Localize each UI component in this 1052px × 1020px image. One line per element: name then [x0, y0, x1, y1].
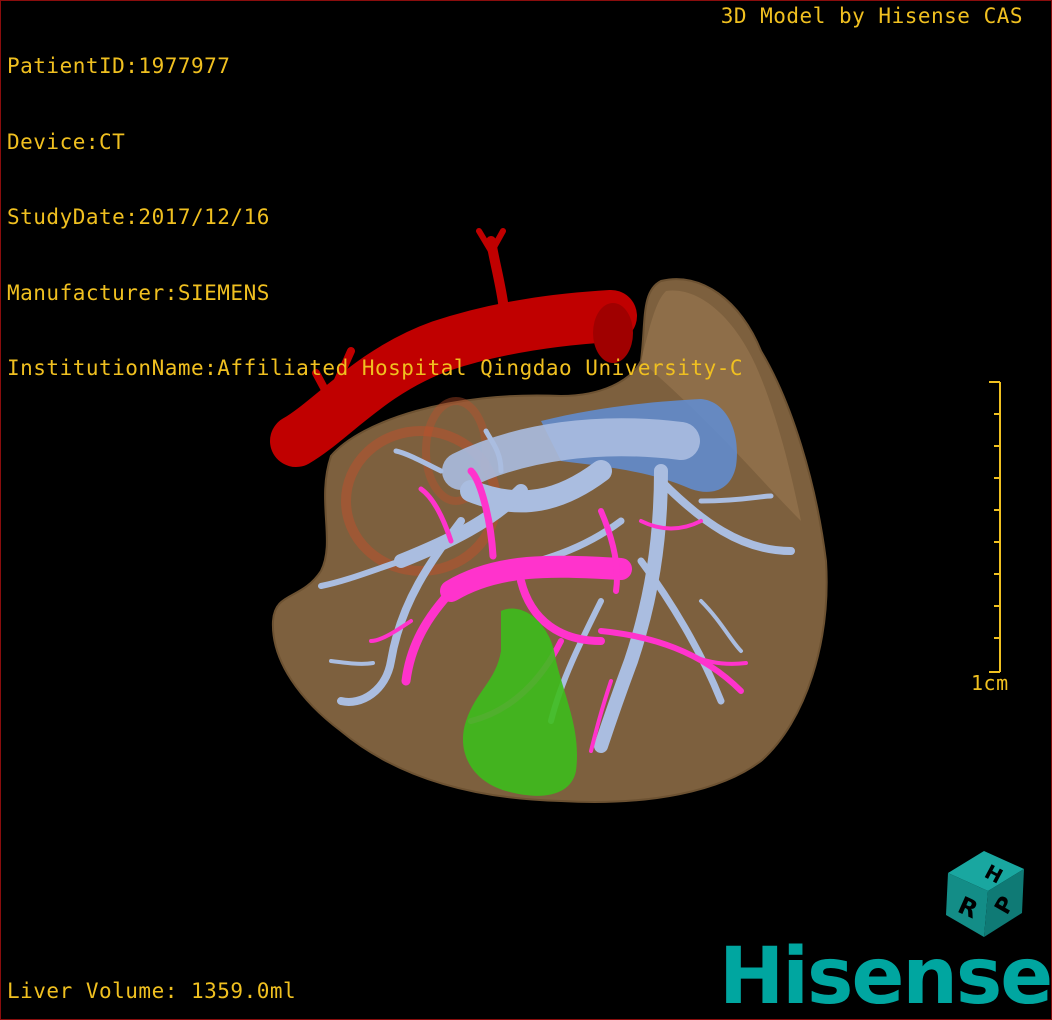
- scale-label: 1cm: [971, 671, 1009, 695]
- patient-info-overlay: PatientID:1977977 Device:CT StudyDate:20…: [7, 4, 743, 432]
- institution-name: InstitutionName:Affiliated Hospital Qing…: [7, 356, 744, 380]
- study-date: StudyDate:2017/12/16: [7, 205, 270, 229]
- scale-bar: [989, 381, 1001, 673]
- patient-id: PatientID:1977977: [7, 54, 231, 78]
- model-credit: 3D Model by Hisense CAS: [720, 4, 1023, 28]
- liver-volume-readout: Liver Volume: 1359.0ml: [7, 979, 297, 1003]
- 3d-viewport[interactable]: PatientID:1977977 Device:CT StudyDate:20…: [0, 0, 1052, 1020]
- manufacturer: Manufacturer:SIEMENS: [7, 280, 270, 305]
- hisense-logo-text: Hisense: [719, 932, 1052, 1020]
- hisense-logo: Hisense: [719, 933, 1051, 1019]
- orientation-cube[interactable]: H R P: [936, 843, 1036, 943]
- device: Device:CT: [7, 129, 126, 154]
